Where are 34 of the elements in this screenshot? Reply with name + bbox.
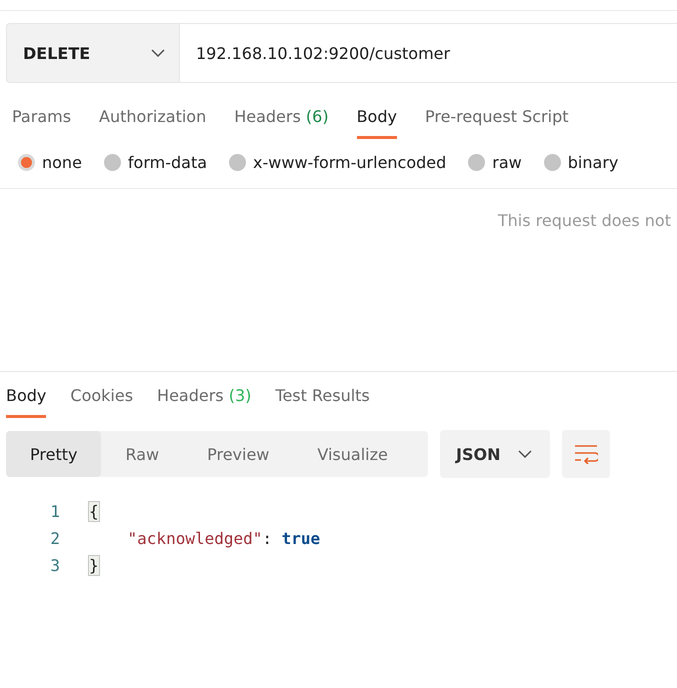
view-mode-tab[interactable]: Preview — [183, 431, 294, 477]
tab[interactable]: Body — [6, 386, 46, 418]
view-mode-tab[interactable]: Raw — [101, 431, 184, 477]
view-mode-tab[interactable]: Visualize — [293, 431, 412, 477]
method-dropdown[interactable]: DELETE — [6, 23, 179, 83]
tab[interactable]: Headers (6) — [234, 107, 329, 139]
radio-option[interactable]: none — [18, 153, 82, 172]
url-field[interactable]: 192.168.10.102:9200/customer — [179, 23, 677, 83]
tab[interactable]: Body — [356, 107, 397, 139]
radio-option[interactable]: raw — [468, 153, 522, 172]
format-dropdown[interactable]: JSON — [440, 430, 550, 478]
code-token: { — [89, 502, 99, 521]
radio-option[interactable]: binary — [544, 153, 618, 172]
wrap-lines-icon — [574, 444, 598, 464]
code-token: "acknowledged" — [128, 529, 262, 548]
chevron-down-icon — [518, 450, 532, 458]
radio-option[interactable]: form-data — [104, 153, 208, 172]
tab[interactable]: Params — [12, 107, 72, 139]
body-message: This request does not — [498, 211, 671, 230]
code-token: } — [89, 556, 99, 575]
chevron-down-icon — [151, 49, 165, 57]
tab[interactable]: Headers (3) — [157, 386, 252, 418]
code-token: true — [282, 529, 320, 548]
code-token: : — [262, 529, 274, 548]
tab[interactable]: Authorization — [99, 107, 206, 139]
line-number: 2 — [49, 529, 61, 548]
view-mode-tab[interactable]: Pretty — [6, 431, 102, 477]
radio-option[interactable]: x-www-form-urlencoded — [229, 153, 446, 172]
tab[interactable]: Cookies — [70, 386, 134, 418]
line-number: 1 — [49, 502, 61, 521]
tab[interactable]: Pre-request Script — [424, 107, 568, 139]
wrap-button[interactable] — [562, 430, 610, 478]
tab[interactable]: Test Results — [275, 386, 370, 418]
line-number: 3 — [49, 556, 61, 575]
